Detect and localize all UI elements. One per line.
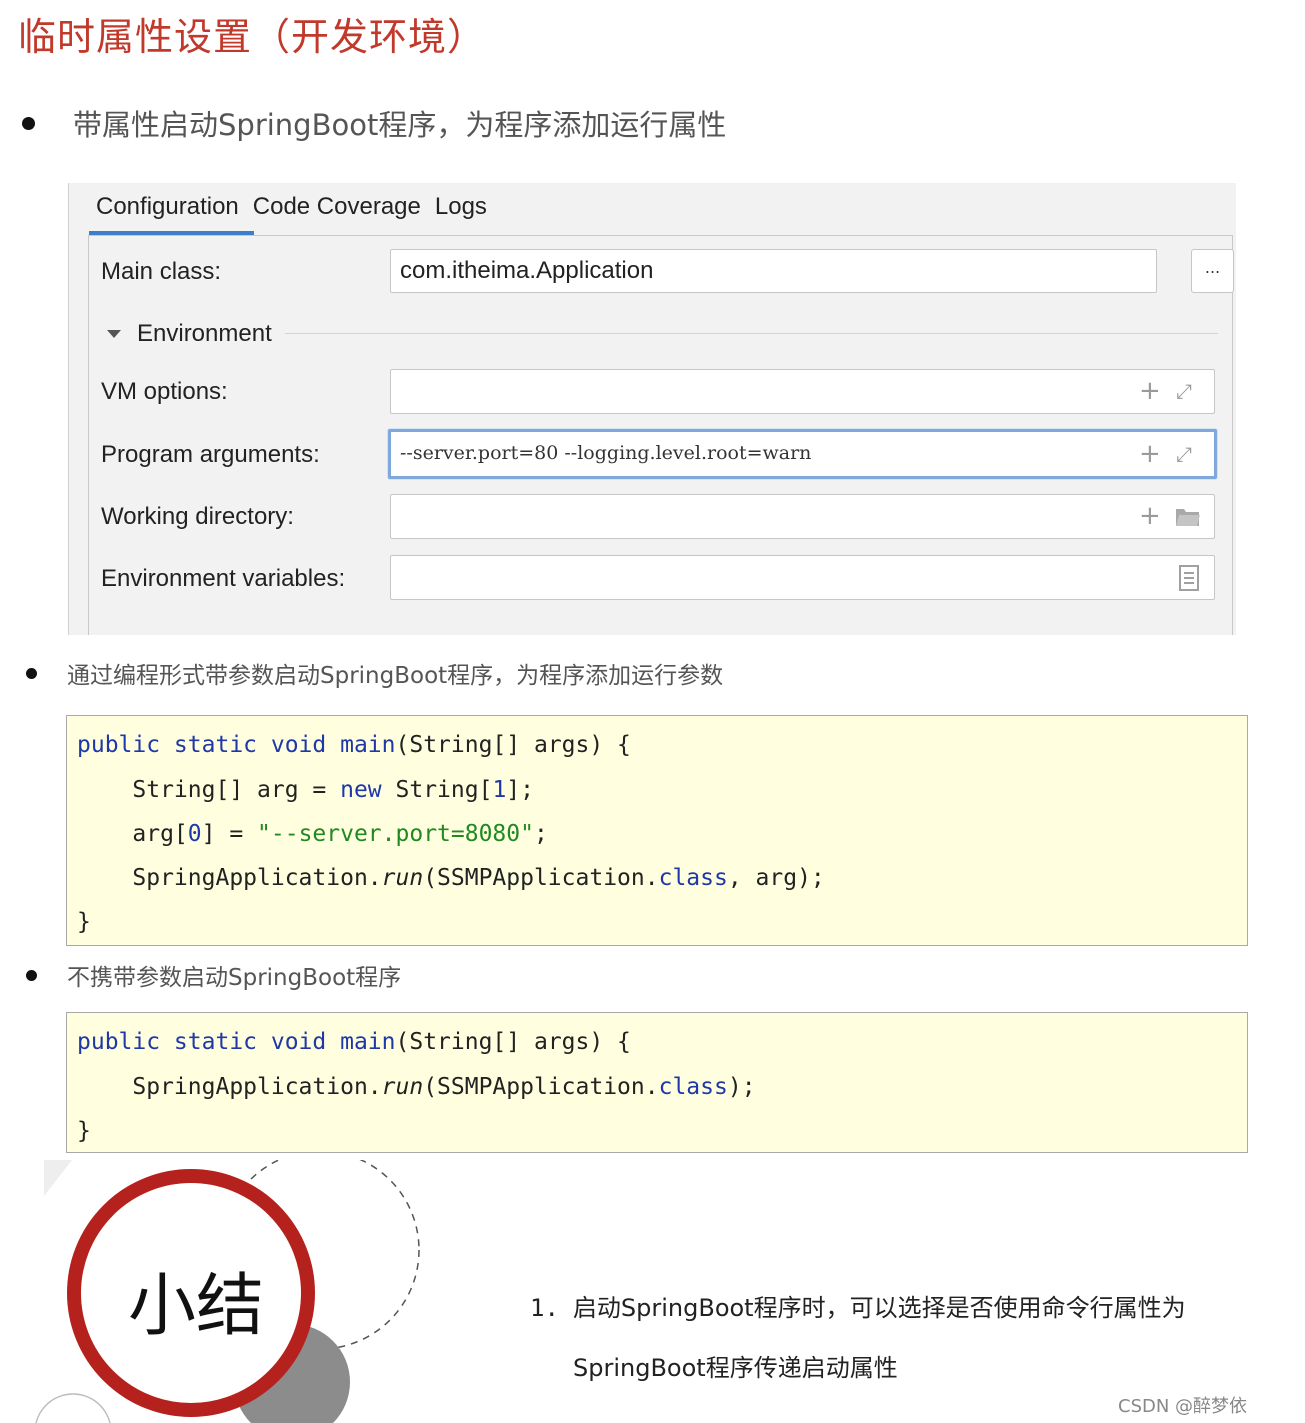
configuration-form: Main class: com.itheima.Application ... … <box>88 235 1234 635</box>
page-title: 临时属性设置（开发环境） <box>18 15 487 59</box>
bullet-dot-icon <box>26 667 37 679</box>
code-line: SpringApplication.run(SSMPApplication.cl… <box>77 1074 756 1100</box>
bullet-dot-icon <box>22 116 35 130</box>
tab-code-coverage[interactable]: Code Coverage <box>246 193 428 235</box>
code-line: String[] arg = new String[1]; <box>77 777 534 803</box>
watermark: CSDN @醉梦依 <box>1118 1396 1248 1417</box>
code-line: } <box>77 1118 91 1144</box>
vm-options-field[interactable]: + ⤢ <box>390 369 1215 414</box>
main-class-value: com.itheima.Application <box>400 257 654 284</box>
section-divider <box>285 333 1218 334</box>
tab-bar: Configuration Code Coverage Logs <box>89 183 494 235</box>
program-arguments-field[interactable]: --server.port=80 --logging.level.root=wa… <box>388 429 1217 479</box>
working-directory-label: Working directory: <box>101 503 294 530</box>
code-line: arg[0] = "--server.port=8080"; <box>77 821 548 847</box>
code-line: public static void main(String[] args) { <box>77 732 631 758</box>
chevron-down-icon <box>107 330 121 338</box>
tab-configuration[interactable]: Configuration <box>89 193 254 235</box>
environment-section-toggle[interactable]: Environment <box>107 320 272 348</box>
summary-item-number: 1. <box>530 1294 559 1322</box>
environment-label: Environment <box>137 320 272 347</box>
bullet-text: 带属性启动SpringBoot程序，为程序添加运行属性 <box>73 108 727 142</box>
bullet-item-2: 通过编程形式带参数启动SpringBoot程序，为程序添加运行参数 <box>26 656 723 690</box>
main-class-label: Main class: <box>101 258 222 285</box>
expand-icon[interactable]: ⤢ <box>1176 441 1192 467</box>
expand-icon[interactable]: ⤢ <box>1176 378 1192 404</box>
code-line: } <box>77 909 91 935</box>
bullet-dot-icon <box>26 969 37 981</box>
environment-variables-field[interactable] <box>390 555 1215 600</box>
environment-variables-label: Environment variables: <box>101 565 346 592</box>
code-block-without-args: public static void main(String[] args) {… <box>66 1012 1248 1153</box>
bullet-item-3: 不携带参数启动SpringBoot程序 <box>26 958 401 992</box>
browse-button[interactable]: ... <box>1191 249 1234 293</box>
code-line: SpringApplication.run(SSMPApplication.cl… <box>77 865 825 891</box>
summary-title: 小结 <box>128 1267 265 1346</box>
working-directory-field[interactable]: + <box>390 494 1215 539</box>
plus-icon[interactable]: + <box>1139 503 1161 529</box>
plus-icon[interactable]: + <box>1139 441 1161 467</box>
code-block-with-args: public static void main(String[] args) {… <box>66 715 1248 946</box>
tab-logs[interactable]: Logs <box>428 193 494 235</box>
summary-item-line-1: 启动SpringBoot程序时，可以选择是否使用命令行属性为 <box>572 1294 1186 1322</box>
code-line: public static void main(String[] args) { <box>77 1029 631 1055</box>
folder-icon[interactable] <box>1175 506 1201 528</box>
summary-section: 小结 1. 启动SpringBoot程序时，可以选择是否使用命令行属性为 Spri… <box>0 1160 1305 1423</box>
plus-icon[interactable]: + <box>1139 378 1161 404</box>
bullet-item-1: 带属性启动SpringBoot程序，为程序添加运行属性 <box>22 102 726 144</box>
program-arguments-label: Program arguments: <box>101 441 320 468</box>
vm-options-label: VM options: <box>101 378 228 405</box>
document-icon[interactable] <box>1179 565 1199 591</box>
summary-item-line-2: SpringBoot程序传递启动属性 <box>573 1354 898 1382</box>
summary-item: 1. 启动SpringBoot程序时，可以选择是否使用命令行属性为 <box>530 1288 1186 1323</box>
bullet-text: 不携带参数启动SpringBoot程序 <box>67 965 402 991</box>
run-configuration-panel: Configuration Code Coverage Logs Main cl… <box>68 183 1236 635</box>
bullet-text: 通过编程形式带参数启动SpringBoot程序，为程序添加运行参数 <box>67 663 724 689</box>
main-class-field[interactable]: com.itheima.Application <box>390 249 1157 293</box>
program-arguments-value: --server.port=80 --logging.level.root=wa… <box>400 442 812 464</box>
